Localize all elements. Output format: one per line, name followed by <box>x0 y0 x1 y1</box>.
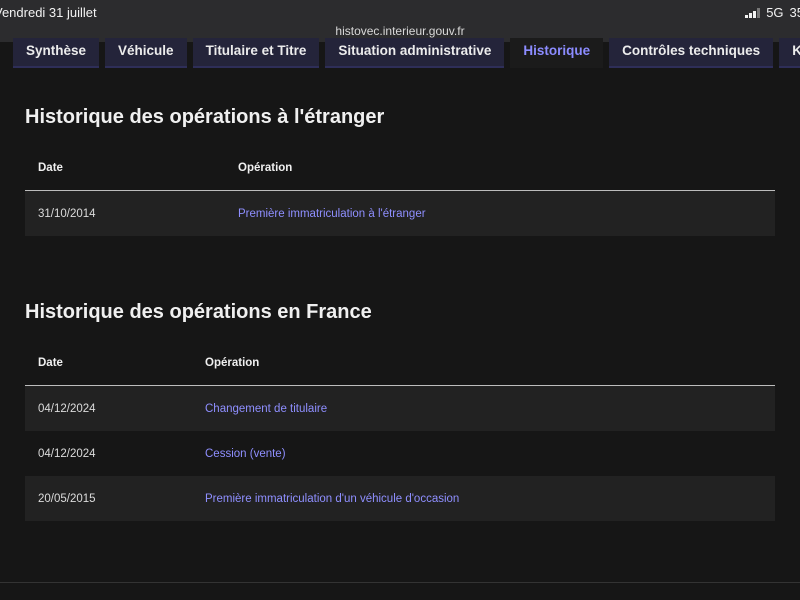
row-operation-link[interactable]: Première immatriculation d'un véhicule d… <box>205 493 459 505</box>
tab-situation-administrative[interactable]: Situation administrative <box>325 38 505 68</box>
france-section-title: Historique des opérations en France <box>25 301 372 323</box>
signal-icon <box>745 7 761 18</box>
row-date: 20/05/2015 <box>38 492 96 505</box>
tab-historique[interactable]: Historique <box>510 38 604 68</box>
tab-kilometrage[interactable]: Kilo <box>779 38 800 68</box>
foreign-operations-table: Date Opération 31/10/2014 Première immat… <box>25 146 775 236</box>
col-operation-header: Opération <box>205 357 260 369</box>
col-operation-header: Opération <box>238 162 293 174</box>
url-bar[interactable]: histovec.interieur.gouv.fr <box>0 24 800 38</box>
network-label: 5G <box>766 5 784 20</box>
table-header: Date Opération <box>25 146 775 191</box>
tab-vehicule[interactable]: Véhicule <box>105 38 187 68</box>
row-date: 31/10/2014 <box>38 207 96 220</box>
row-operation-link[interactable]: Cession (vente) <box>205 448 286 460</box>
row-date: 04/12/2024 <box>38 402 96 415</box>
tab-controles-techniques[interactable]: Contrôles techniques <box>609 38 774 68</box>
row-operation-link[interactable]: Première immatriculation à l'étranger <box>238 208 426 220</box>
col-date-header: Date <box>38 162 63 174</box>
row-operation-link[interactable]: Changement de titulaire <box>205 403 327 415</box>
table-header: Date Opération <box>25 341 775 386</box>
status-bar: Vendredi 31 juillet 5G 35 histovec.inter… <box>0 0 800 42</box>
table-row: 31/10/2014 Première immatriculation à l'… <box>25 191 775 236</box>
col-date-header: Date <box>38 357 63 369</box>
tab-synthese[interactable]: Synthèse <box>13 38 100 68</box>
tab-bar: Synthèse Véhicule Titulaire et Titre Sit… <box>0 38 800 68</box>
status-time: Vendredi 31 juillet <box>0 5 97 20</box>
foreign-section-title: Historique des opérations à l'étranger <box>25 106 385 128</box>
table-row: 20/05/2015 Première immatriculation d'un… <box>25 476 775 521</box>
tab-titulaire-titre[interactable]: Titulaire et Titre <box>192 38 320 68</box>
row-date: 04/12/2024 <box>38 447 96 460</box>
table-row: 04/12/2024 Changement de titulaire <box>25 386 775 431</box>
france-operations-table: Date Opération 04/12/2024 Changement de … <box>25 341 775 521</box>
status-indicators: 5G 35 <box>745 5 800 20</box>
table-row: 04/12/2024 Cession (vente) <box>25 431 775 476</box>
footer-divider <box>0 582 800 583</box>
battery-label: 35 <box>789 5 800 20</box>
